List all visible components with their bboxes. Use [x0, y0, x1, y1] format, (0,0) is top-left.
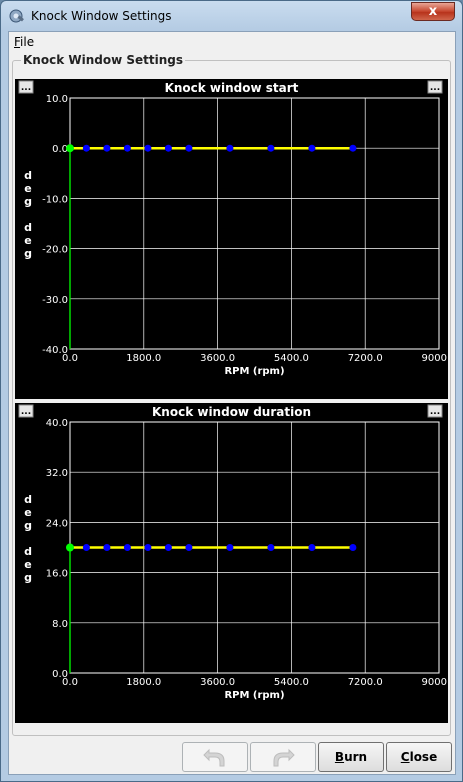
y-axis-label-char: d	[24, 545, 32, 558]
x-tick-label: 5400.0	[274, 353, 309, 364]
close-button[interactable]: Close	[386, 742, 452, 772]
window-title: Knock Window Settings	[31, 9, 172, 23]
y-tick-label: 0.0	[52, 144, 68, 155]
x-tick-label: 1800.0	[126, 353, 161, 364]
x-tick-label: 5400.0	[274, 677, 309, 688]
data-point[interactable]	[144, 144, 152, 152]
y-axis-label-char: g	[24, 247, 32, 260]
ellipsis-icon: ...	[21, 83, 31, 93]
y-tick-label: -10.0	[42, 194, 68, 205]
y-axis-label-char: d	[24, 169, 32, 182]
undo-button[interactable]	[182, 742, 248, 772]
app-icon	[9, 9, 24, 23]
y-axis-label-char: g	[24, 571, 32, 584]
chart-title: Knock window start	[165, 81, 299, 95]
y-axis-label-char: g	[24, 519, 32, 532]
data-point[interactable]	[308, 544, 316, 551]
y-axis-label-char: d	[24, 493, 32, 506]
burn-button[interactable]: Burn	[318, 742, 384, 772]
close-mnemonic: C	[400, 750, 410, 764]
data-point[interactable]	[123, 144, 131, 152]
data-point[interactable]	[82, 544, 90, 551]
y-axis-label-char: e	[24, 506, 31, 519]
burn-mnemonic: B	[334, 750, 345, 764]
data-point[interactable]	[226, 144, 234, 152]
y-tick-label: 40.0	[46, 418, 68, 429]
data-point[interactable]	[267, 144, 275, 152]
x-tick-label: 3600.0	[200, 677, 235, 688]
y-tick-label: 32.0	[46, 468, 68, 479]
data-point[interactable]	[308, 144, 316, 152]
data-point[interactable]	[144, 544, 152, 551]
ellipsis-icon: ...	[21, 407, 31, 417]
y-tick-label: 16.0	[46, 569, 68, 580]
axis-marker-point[interactable]	[66, 144, 74, 153]
menu-file[interactable]: File	[14, 35, 34, 49]
chart-options-button[interactable]: ...	[18, 404, 34, 418]
ellipsis-icon: ...	[430, 407, 440, 417]
chart-background	[15, 79, 448, 399]
x-tick-label: 1800.0	[126, 677, 161, 688]
x-tick-label: 7200.0	[348, 677, 383, 688]
app-window: Knock Window Settings x File Knock Windo…	[0, 0, 463, 782]
x-tick-label: 7200.0	[348, 353, 383, 364]
axis-marker-point[interactable]	[66, 543, 74, 552]
y-axis-label-char: e	[24, 182, 31, 195]
menu-bar: File	[9, 32, 455, 53]
y-tick-label: -20.0	[42, 245, 68, 256]
bottom-button-bar: Burn Close	[9, 736, 455, 774]
y-axis-label-char: e	[24, 234, 31, 247]
data-point[interactable]	[185, 544, 193, 551]
data-point[interactable]	[267, 544, 275, 551]
group-title: Knock Window Settings	[21, 53, 185, 67]
data-point[interactable]	[103, 144, 111, 152]
y-axis-label-char: d	[24, 221, 32, 234]
redo-arrow-icon	[273, 748, 295, 767]
data-point[interactable]	[349, 544, 357, 551]
knock-window-duration-chart: ... ... Knock window duration 40.0 32.0 24.0 1…	[15, 403, 448, 723]
data-point[interactable]	[123, 544, 131, 551]
data-point[interactable]	[164, 144, 172, 152]
knock-window-start-chart: ... ... Knock window start 10.0 0.0 -10.0 -20.…	[15, 79, 448, 399]
chart-options-button[interactable]: ...	[427, 404, 443, 418]
redo-button[interactable]	[250, 742, 316, 772]
data-point[interactable]	[226, 544, 234, 551]
x-tick-label: 3600.0	[200, 353, 235, 364]
data-point[interactable]	[103, 544, 111, 551]
x-tick-label: 9000.0	[422, 677, 449, 688]
y-tick-label: 8.0	[52, 619, 68, 630]
x-tick-label: 9000.0	[422, 353, 449, 364]
chart-options-button[interactable]: ...	[427, 80, 443, 94]
chart-title: Knock window duration	[152, 405, 311, 419]
y-tick-label: -30.0	[42, 295, 68, 306]
y-tick-label: 24.0	[46, 518, 68, 529]
data-point[interactable]	[164, 544, 172, 551]
data-point[interactable]	[82, 144, 90, 152]
data-point[interactable]	[349, 144, 357, 152]
y-axis-label-char: e	[24, 558, 31, 571]
window-close-button[interactable]: x	[411, 2, 455, 21]
x-axis-label: RPM (rpm)	[224, 690, 284, 701]
client-area: File Knock Window Settings ...... Knock w…	[8, 31, 456, 775]
burn-label: urn	[344, 750, 368, 764]
title-bar[interactable]: Knock Window Settings x	[1, 1, 462, 31]
undo-arrow-icon	[203, 748, 225, 767]
menu-file-label: ile	[20, 35, 35, 49]
y-axis-label-char: g	[24, 195, 32, 208]
y-tick-label: 10.0	[46, 94, 68, 105]
x-tick-label: 0.0	[62, 677, 78, 688]
chart-options-button[interactable]: ...	[18, 80, 34, 94]
close-icon: x	[428, 4, 438, 19]
x-axis-label: RPM (rpm)	[224, 366, 284, 377]
ellipsis-icon: ...	[430, 83, 440, 93]
close-label: lose	[409, 750, 438, 764]
x-tick-label: 0.0	[62, 353, 78, 364]
chart-background	[15, 403, 448, 723]
data-point[interactable]	[185, 144, 193, 152]
